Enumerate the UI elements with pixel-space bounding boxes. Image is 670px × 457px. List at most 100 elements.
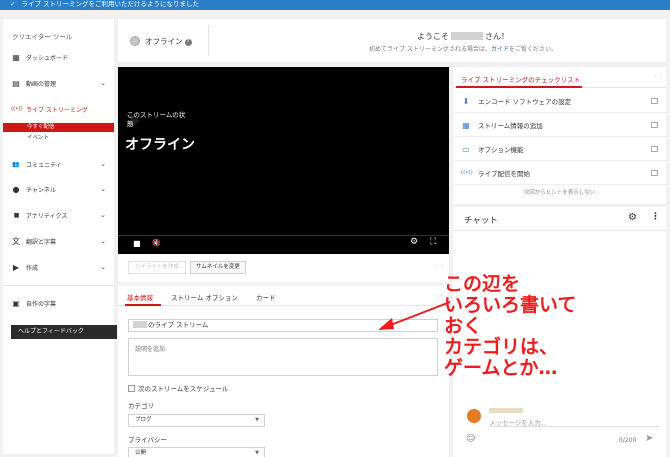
sidebar-title: クリエイター ツール — [12, 33, 73, 41]
sidebar-item-label: コミュニティ — [26, 161, 62, 169]
description-textarea[interactable]: 説明を追加 — [128, 338, 438, 376]
status-divider — [208, 25, 209, 56]
stream-preview[interactable]: ››› このストリームの状態 オフライン ■ 🔇 ⚙ ⛶ — [118, 67, 449, 254]
sidebar-subitem-stream-now[interactable]: 今すぐ配信 — [3, 123, 114, 132]
download-icon: ⬇ — [462, 96, 470, 106]
stream-status: オフライン? — [145, 36, 192, 47]
avatar — [467, 409, 481, 423]
card-icon: ▭ — [462, 144, 470, 154]
redacted-username — [489, 408, 523, 413]
help-icon[interactable]: ? — [184, 39, 192, 46]
checklist-header: ライブ ストリーミングのチェックリスト ⋮⋮ — [453, 67, 666, 88]
help-feedback-button[interactable]: ヘルプとフィードバック — [11, 325, 117, 339]
redacted-name — [133, 321, 147, 328]
drag-handle-icon[interactable]: ⋮⋮ — [652, 73, 664, 80]
dashboard-icon: ▦ — [12, 52, 20, 62]
gear-icon[interactable]: ⚙ — [628, 212, 637, 223]
expand-icon[interactable] — [651, 146, 658, 152]
emoji-icon[interactable]: ☺ — [466, 434, 475, 444]
stop-icon[interactable]: ■ — [133, 239, 141, 248]
sidebar-item-dashboard[interactable]: ▦ ダッシュボード — [3, 49, 114, 65]
chevron-down-icon: ⌄ — [100, 185, 106, 193]
active-tab-indicator — [456, 86, 582, 88]
schedule-checkbox[interactable]: 次のストリームをスケジュール — [128, 383, 228, 393]
redacted-name — [451, 32, 483, 40]
status-panel: オフライン? ようこそ さん！ 初めてライブ ストリーミングされる場合は、ガイドを… — [118, 19, 666, 62]
create-highlight-button[interactable]: ハイライトを作成 — [128, 261, 186, 274]
sidebar-item-create[interactable]: ▶ 作成 ⌄ — [3, 259, 114, 275]
privacy-label: プライバシー — [128, 436, 167, 444]
sidebar-subitem-events[interactable]: イベント — [3, 134, 114, 143]
expand-icon[interactable] — [651, 170, 658, 176]
active-tab-indicator — [125, 304, 161, 306]
gear-icon[interactable]: ⚙ — [410, 237, 418, 247]
drag-handle-icon[interactable]: ⋮⋮ — [433, 263, 445, 270]
guide-message: 初めてライブ ストリーミングされる場合は、ガイドをご覧ください。 — [369, 46, 557, 53]
tab-stream-options[interactable]: ストリーム オプション — [171, 292, 238, 302]
banner-text: ライブ ストリーミングをご利用いただけるようになりました — [21, 0, 200, 8]
tab-cards[interactable]: カード — [256, 292, 276, 302]
fullscreen-icon[interactable]: ⛶ — [430, 237, 436, 247]
category-select[interactable]: ブログ ▼ — [128, 414, 265, 427]
check-icon: ✓ — [10, 0, 16, 8]
progress-bar — [118, 235, 449, 236]
caret-down-icon: ▼ — [255, 450, 259, 456]
chat-header: チャット ⚙ ⋮ — [453, 207, 666, 231]
sidebar-divider — [3, 285, 114, 286]
tab-basic-info[interactable]: 基本情報 — [127, 292, 153, 302]
sidebar-item-translations[interactable]: 文 翻訳と字幕 ⌄ — [3, 233, 114, 249]
sidebar-item-label: 動画の管理 — [26, 80, 57, 88]
checklist-title[interactable]: ライブ ストリーミングのチェックリスト — [461, 74, 580, 84]
checklist-item-stream-info[interactable]: ▦ ストリーム情報の追加 — [453, 114, 666, 137]
privacy-select[interactable]: 公開 ▼ — [128, 447, 265, 457]
chat-title: チャット — [464, 216, 498, 226]
sidebar-item-label: ライブ ストリーミング — [26, 106, 88, 114]
live-icon: ((•)) — [11, 106, 23, 112]
sidebar-item-subtitles[interactable]: ▣ 自作の字幕 — [3, 295, 114, 311]
broadcast-icon: ((•)) — [461, 170, 473, 176]
annotation-arrow — [378, 301, 451, 330]
category-label: カテゴリ — [128, 402, 154, 410]
sidebar-item-label: 自作の字幕 — [26, 300, 57, 308]
sidebar-item-label: 作成 — [26, 264, 39, 272]
more-options-icon[interactable]: ⋮ — [651, 212, 660, 222]
live-checklist-panel: ライブ ストリーミングのチェックリスト ⋮⋮ ⬇ エンコード ソフトウェアの設定… — [453, 67, 666, 204]
hide-tips-link[interactable]: 次回からヒントを表示しない — [453, 188, 666, 196]
sidebar-item-label: アナリティクス — [26, 212, 68, 220]
sidebar-item-channel[interactable]: ● チャンネル ⌄ — [3, 181, 114, 197]
offline-indicator-icon — [130, 36, 140, 46]
checklist-item-go-live[interactable]: ((•)) ライブ配信を開始 — [453, 162, 666, 185]
channel-icon: ● — [12, 184, 20, 194]
subtitles-icon: ▣ — [12, 298, 20, 308]
chevron-down-icon: ⌄ — [100, 263, 106, 271]
video-manager-icon: ▤ — [12, 78, 20, 88]
sidebar-item-video-manager[interactable]: ▤ 動画の管理 ⌄ — [3, 75, 114, 91]
stream-state-value: オフライン — [125, 137, 195, 153]
chat-input-underline — [489, 426, 659, 427]
send-icon[interactable]: ➤ — [645, 433, 653, 444]
sidebar-item-analytics[interactable]: ▮▮ アナリティクス ⌄ — [3, 207, 114, 223]
info-card-icon: ▦ — [462, 120, 470, 130]
sidebar-item-label: チャンネル — [26, 186, 56, 194]
change-thumbnail-button[interactable]: サムネイルを変更 — [190, 261, 246, 274]
sidebar-item-community[interactable]: 👥 コミュニティ ⌄ — [3, 156, 114, 172]
community-icon: 👥 — [12, 160, 20, 168]
mute-icon[interactable]: 🔇 — [152, 239, 161, 247]
welcome-message: ようこそ さん！ — [417, 32, 509, 41]
sidebar-item-live-streaming[interactable]: ((•)) ライブ ストリーミング — [3, 101, 114, 117]
chevron-down-icon: ⌄ — [100, 160, 106, 168]
checkbox-icon — [128, 385, 135, 392]
stream-state-label: このストリームの状態 — [127, 111, 186, 128]
top-banner: ✓ ライブ ストリーミングをご利用いただけるようになりました — [0, 0, 670, 10]
character-counter: 0/200 — [619, 437, 637, 444]
sidebar-item-label: ダッシュボード — [26, 54, 69, 62]
expand-icon[interactable] — [651, 122, 658, 128]
expand-icon[interactable] — [651, 98, 658, 104]
checklist-item-encoder[interactable]: ⬇ エンコード ソフトウェアの設定 — [453, 90, 666, 113]
chevron-down-icon: ⌄ — [100, 211, 106, 219]
guide-link[interactable]: ガイド — [491, 46, 509, 53]
checklist-item-options[interactable]: ▭ オプション機能 — [453, 138, 666, 161]
annotation-text: この辺を いろいろ書いて おく カテゴリは、 ゲームとか… — [444, 273, 577, 379]
caret-down-icon: ▼ — [255, 417, 259, 423]
translate-icon: 文 — [12, 236, 20, 246]
